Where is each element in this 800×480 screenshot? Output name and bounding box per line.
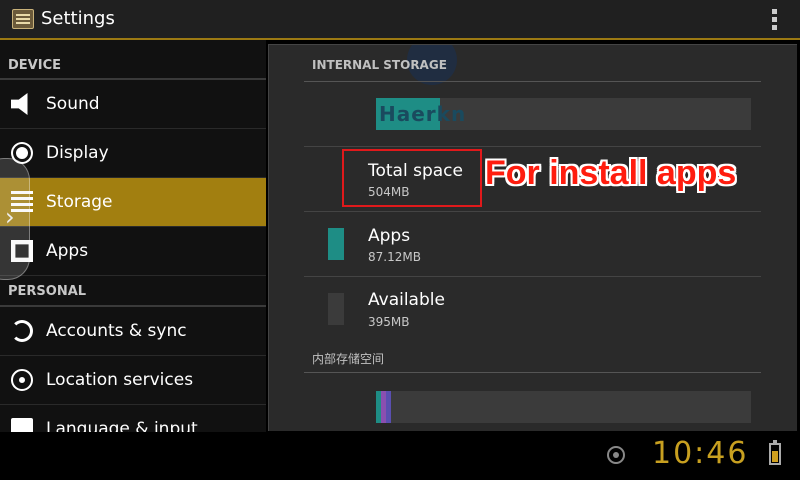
list-item-apps[interactable]: Apps [0,227,266,276]
apps-color-swatch [328,228,344,260]
battery-icon[interactable] [769,440,781,465]
available-label: Available [368,290,445,310]
header-divider [304,372,761,373]
clock[interactable]: 10:46 [652,436,748,471]
list-item-label: Display [46,143,109,163]
list-item-label: Sound [46,94,100,114]
list-item-label: Location services [46,370,194,390]
list-item-location-services[interactable]: Location services [0,356,266,405]
language-icon [11,418,33,432]
list-item-accounts-sync[interactable]: Accounts & sync [0,307,266,356]
available-color-swatch [328,293,344,325]
app-title: Settings [41,8,115,29]
watermark-text: Haerkn [379,102,467,126]
apps-value: 87.12MB [368,250,421,264]
divider [304,211,761,212]
internal-storage-header-cn: 内部存储空间 [312,352,385,366]
location-icon [11,369,33,391]
settings-app-icon[interactable] [12,9,34,29]
list-item-sound[interactable]: Sound [0,80,266,129]
settings-list: DEVICE Sound Display Storage Apps PERSON… [0,40,266,432]
floating-handle[interactable]: › [0,158,30,280]
storage-usage-bar-secondary [376,391,751,423]
divider [304,276,761,277]
list-item-label: Apps [46,241,89,261]
apps-label: Apps [368,226,411,246]
list-item-label: Language & input [46,419,198,432]
internal-storage-header: INTERNAL STORAGE [312,58,447,72]
list-item-label: Accounts & sync [46,321,187,341]
action-bar: Settings [0,0,800,40]
storage-panel: INTERNAL STORAGE Haerkn Total space 504M… [268,44,797,431]
sync-icon [11,320,33,342]
gps-icon [607,446,625,464]
overflow-menu-icon[interactable] [772,9,778,31]
list-item-display[interactable]: Display [0,129,266,178]
usage-segment [386,391,391,423]
section-header-personal: PERSONAL [0,276,266,307]
section-header-device: DEVICE [0,40,266,80]
system-bar: 10:46 [0,432,800,480]
speaker-icon [11,93,28,115]
list-item-language-input[interactable]: Language & input [0,405,266,432]
list-item-label: Storage [46,192,113,212]
highlight-box [342,149,482,207]
annotation-text: For install apps [485,154,737,192]
chevron-right-icon: › [5,203,15,231]
header-divider [304,81,761,82]
available-value: 395MB [368,315,410,329]
divider [304,146,761,147]
list-item-storage[interactable]: Storage [0,178,266,227]
